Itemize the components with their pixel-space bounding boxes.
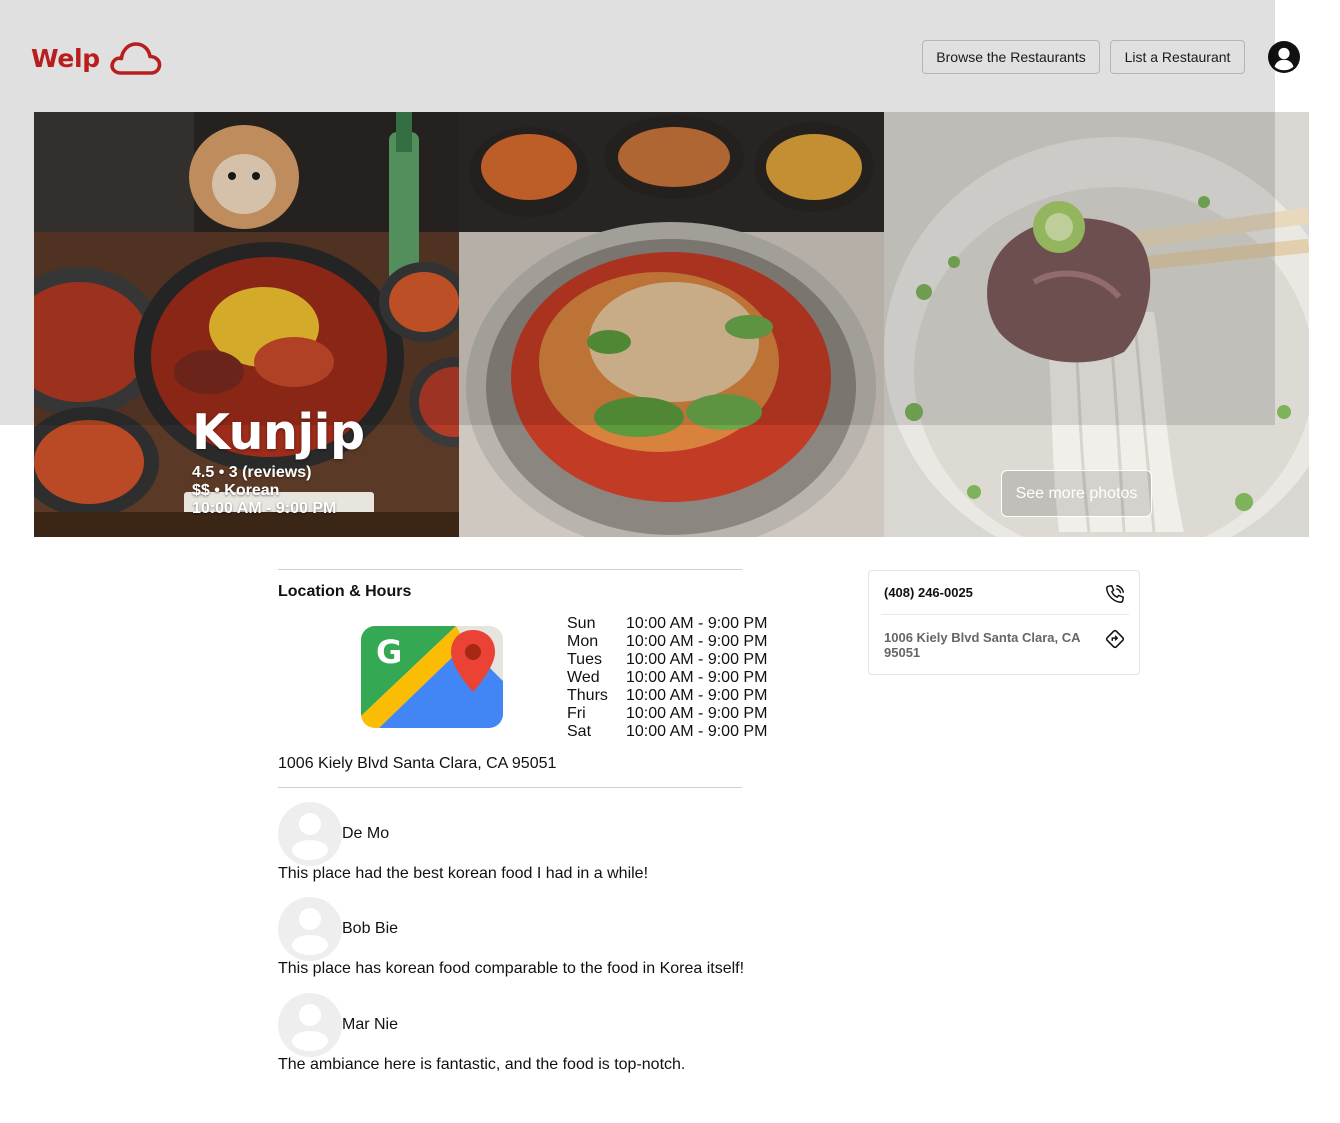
user-avatar-icon — [292, 1004, 328, 1051]
contact-divider — [881, 614, 1129, 615]
review-item: Bob Bie This place has korean food compa… — [278, 897, 798, 987]
hours-row: Thurs 10:00 AM - 9:00 PM — [567, 687, 767, 705]
hours-row: Fri 10:00 AM - 9:00 PM — [567, 705, 767, 723]
reviewer-name: De Mo — [342, 825, 390, 842]
hours-time: 10:00 AM - 9:00 PM — [626, 615, 768, 632]
hours-time: 10:00 AM - 9:00 PM — [626, 651, 768, 668]
hours-row: Mon 10:00 AM - 9:00 PM — [567, 633, 767, 651]
hours-row: Sat 10:00 AM - 9:00 PM — [567, 723, 767, 741]
hours-row: Sun 10:00 AM - 9:00 PM — [567, 615, 767, 633]
hero-info: Kunjip 4.5 • 3 (reviews) $$ • Korean 10:… — [192, 402, 365, 518]
user-avatar-icon — [292, 908, 328, 955]
hours-time: 10:00 AM - 9:00 PM — [626, 705, 768, 722]
hours-day: Fri — [567, 705, 586, 722]
list-restaurant-button[interactable]: List a Restaurant — [1110, 40, 1245, 74]
section-divider-bottom — [278, 787, 742, 788]
review-text: This place had the best korean food I ha… — [278, 865, 649, 882]
restaurant-name: Kunjip — [192, 404, 365, 461]
hours-day: Thurs — [567, 687, 608, 704]
hours-row: Wed 10:00 AM - 9:00 PM — [567, 669, 767, 687]
cold-noodles-photo[interactable] — [459, 112, 884, 537]
section-divider-top — [278, 569, 742, 570]
see-more-photos-button[interactable]: See more photos — [1001, 470, 1152, 517]
directions-icon[interactable] — [1104, 628, 1126, 650]
hours-day: Wed — [567, 669, 600, 686]
avatar — [278, 993, 342, 1057]
hours-row: Tues 10:00 AM - 9:00 PM — [567, 651, 767, 669]
review-item: Mar Nie The ambiance here is fantastic, … — [278, 993, 798, 1083]
rating-summary: 4.5 • 3 (reviews) — [192, 464, 312, 481]
cloud-icon — [110, 42, 162, 75]
hours-time: 10:00 AM - 9:00 PM — [626, 723, 768, 740]
contact-card: (408) 246-0025 1006 Kiely Blvd Santa Cla… — [868, 570, 1140, 675]
hours-day: Sat — [567, 723, 592, 740]
hours-day: Tues — [567, 651, 602, 668]
reviewer-name: Bob Bie — [342, 920, 399, 937]
location-address: 1006 Kiely Blvd Santa Clara, CA 95051 — [278, 755, 557, 772]
hours-day: Mon — [567, 633, 599, 650]
review-item: De Mo This place had the best korean foo… — [278, 802, 798, 892]
contact-phone[interactable]: (408) 246-0025 — [884, 585, 1130, 600]
svg-text:G: G — [376, 633, 402, 671]
hours-time: 10:00 AM - 9:00 PM — [626, 669, 768, 686]
location-hours-title: Location & Hours — [278, 583, 412, 600]
hours-table: Sun 10:00 AM - 9:00 PM Mon 10:00 AM - 9:00… — [567, 615, 767, 741]
contact-address[interactable]: 1006 Kiely Blvd Santa Clara, CA 95051 — [884, 630, 1089, 660]
logo-text: Welp — [31, 43, 100, 73]
avatar — [278, 802, 342, 866]
hours-time: 10:00 AM - 9:00 PM — [626, 687, 768, 704]
review-text: This place has korean food comparable to… — [278, 960, 745, 977]
review-text: The ambiance here is fantastic, and the … — [278, 1056, 686, 1073]
logo[interactable]: Welp — [31, 38, 162, 78]
google-maps-icon[interactable]: G — [361, 626, 503, 728]
user-avatar-icon — [292, 813, 328, 860]
hours-time: 10:00 AM - 9:00 PM — [626, 633, 768, 650]
hours-day: Sun — [567, 615, 596, 632]
avatar — [278, 897, 342, 961]
user-circle-icon[interactable] — [1268, 41, 1300, 73]
browse-restaurants-button[interactable]: Browse the Restaurants — [922, 40, 1100, 74]
phone-icon[interactable] — [1104, 583, 1126, 605]
hero-hours: 10:00 AM - 9:00 PM — [192, 500, 337, 517]
reviewer-name: Mar Nie — [342, 1016, 399, 1033]
price-category: $$ • Korean — [192, 482, 280, 499]
